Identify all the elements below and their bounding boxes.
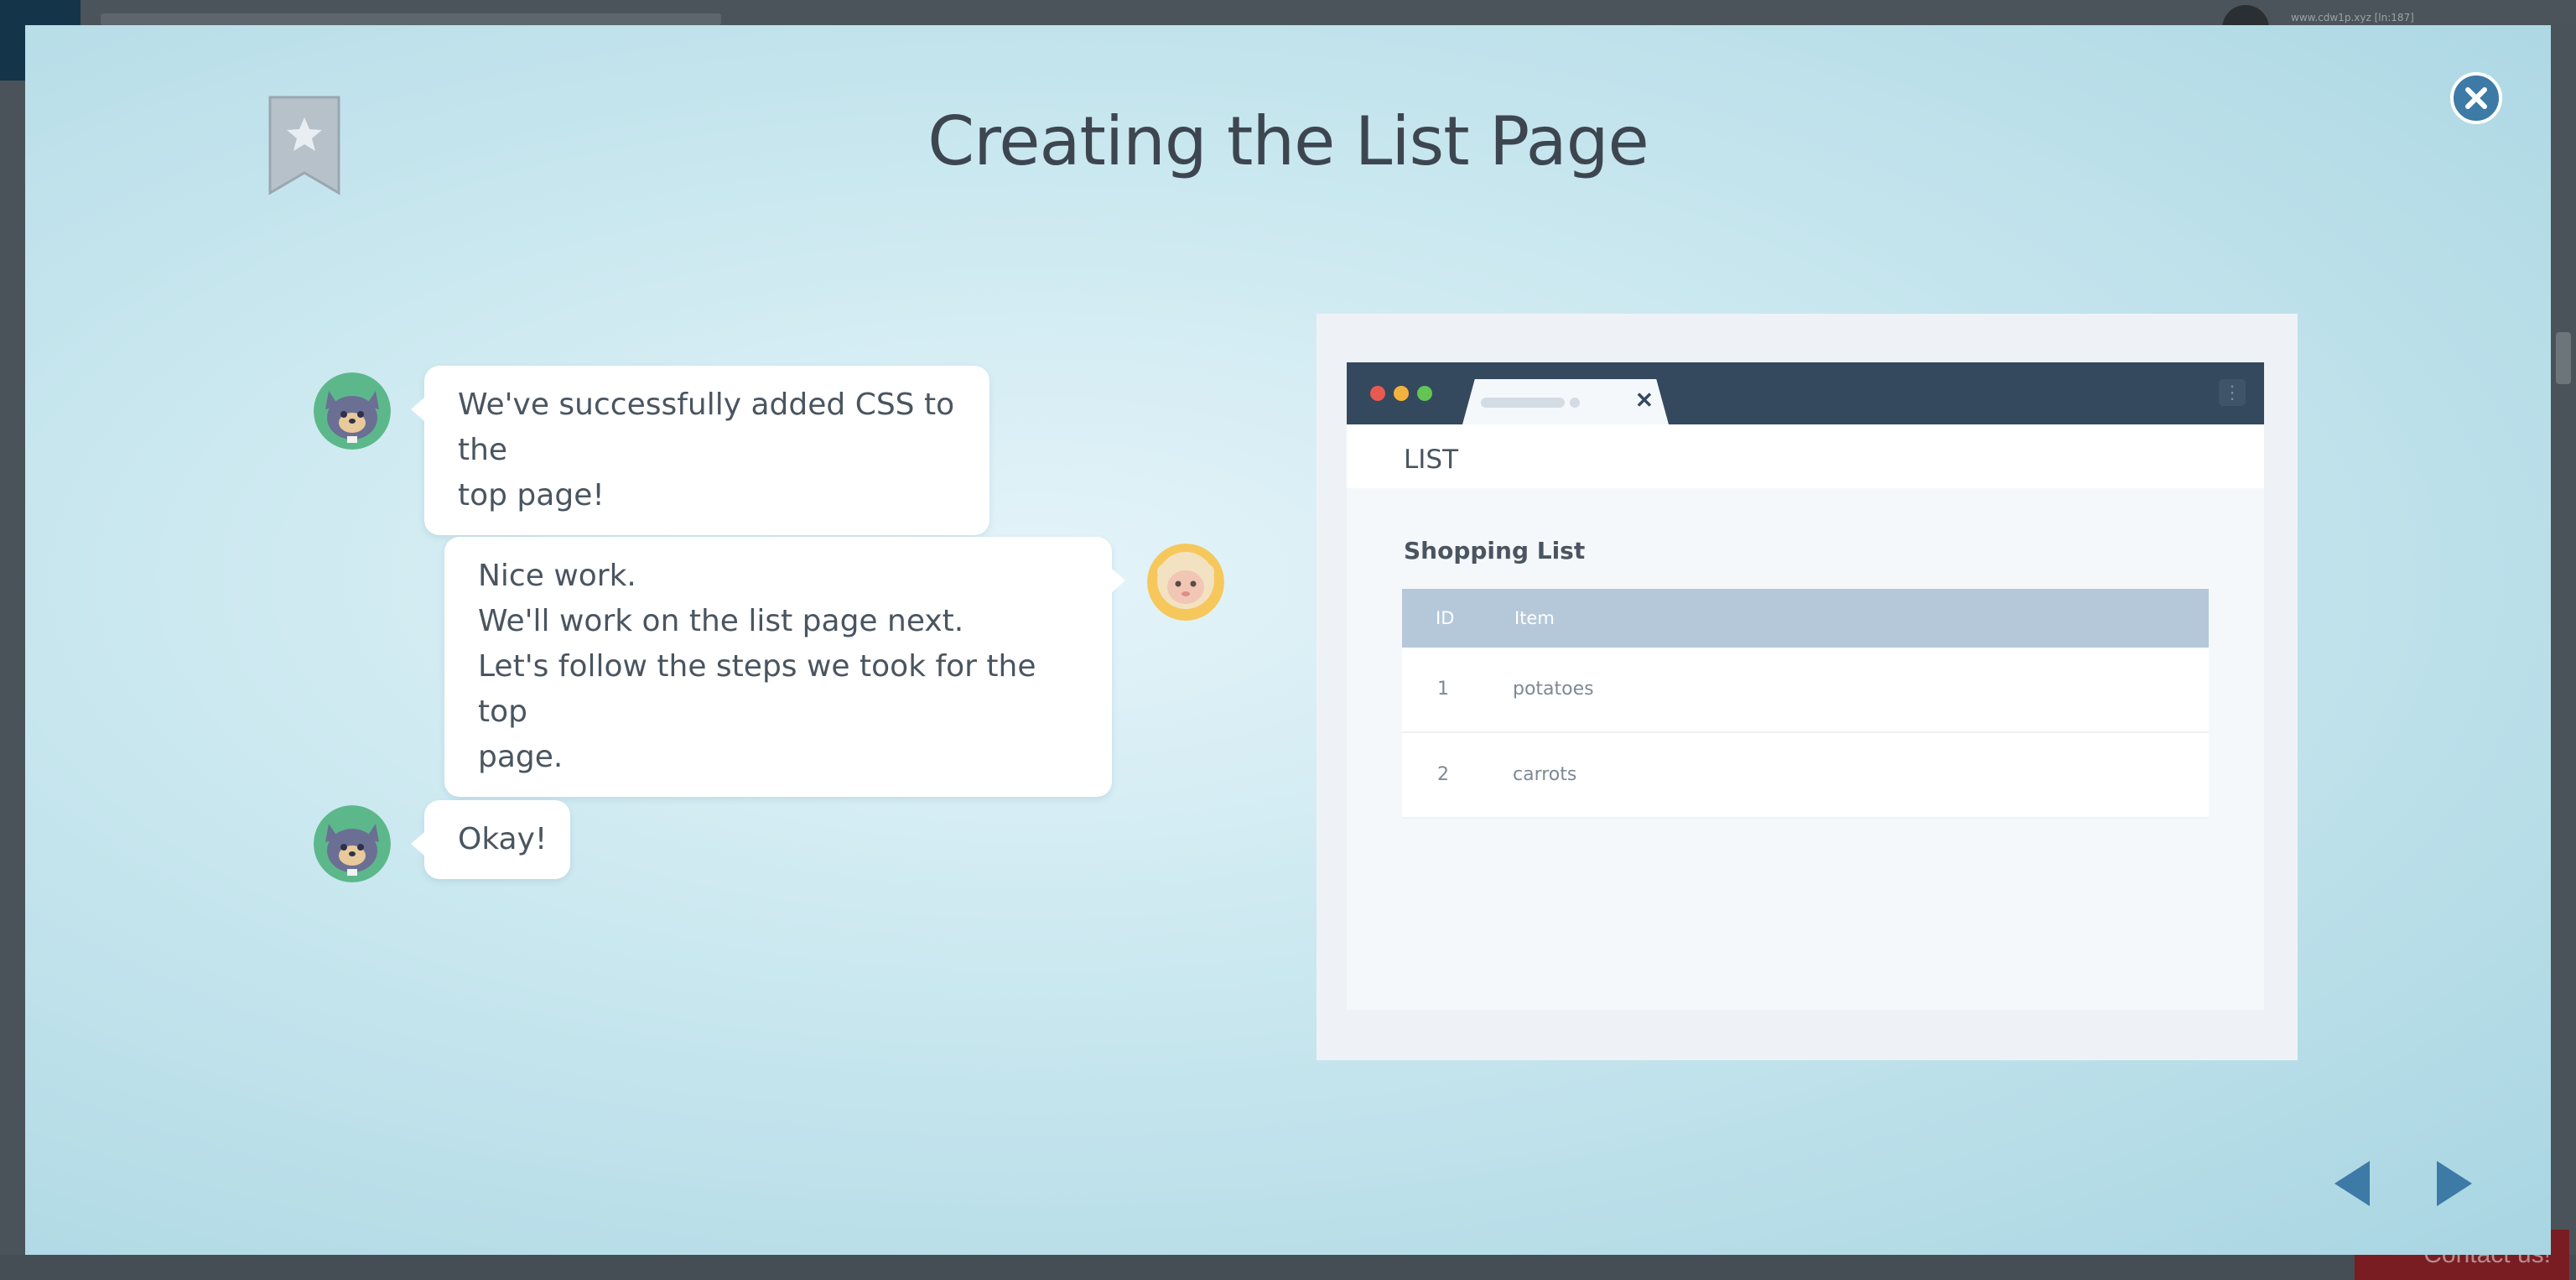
shopping-list-table: ID Item 1 potatoes 2 carrots bbox=[1402, 589, 2209, 819]
tab-dot bbox=[1570, 398, 1580, 408]
chat-bubble-1: We've successfully added CSS to the top … bbox=[411, 366, 989, 535]
cat-avatar bbox=[314, 805, 391, 882]
table-row: 1 potatoes bbox=[1402, 648, 2209, 733]
kebab-menu-icon: ⋮ bbox=[2219, 379, 2246, 406]
chat-line: Nice work. bbox=[478, 559, 636, 593]
chat-line: top page! bbox=[458, 478, 605, 513]
user-label: www.cdw1p.xyz [ln:187] bbox=[2291, 12, 2414, 23]
window-minimize-dot bbox=[1394, 386, 1409, 401]
chat-bubble-3: Okay! bbox=[411, 800, 570, 879]
app-header bbox=[1347, 424, 2264, 488]
window-maximize-dot bbox=[1417, 386, 1432, 401]
close-button[interactable] bbox=[2450, 72, 2502, 124]
close-icon bbox=[2465, 87, 2487, 109]
background-sidebar bbox=[0, 81, 25, 1280]
cell-item: potatoes bbox=[1513, 679, 1594, 700]
chat-line: page. bbox=[478, 740, 564, 774]
arrow-left-icon[interactable] bbox=[2328, 1156, 2378, 1211]
page-scrollbar[interactable] bbox=[2551, 25, 2576, 1255]
close-icon: ✕ bbox=[1635, 388, 1654, 413]
sheep-avatar bbox=[1147, 544, 1224, 621]
lesson-modal: Creating the List Page We've successfull… bbox=[25, 25, 2551, 1255]
chat-line: We've successfully added CSS to the bbox=[458, 388, 955, 467]
table-header: ID Item bbox=[1402, 589, 2209, 648]
browser-mockup: ✕ ⋮ LIST Shopping List ID Item 1 potatoe… bbox=[1347, 362, 2264, 1010]
cell-item: carrots bbox=[1513, 764, 1577, 785]
background-search-bar bbox=[101, 13, 721, 25]
cell-id: 1 bbox=[1437, 679, 1449, 700]
background-bottombar bbox=[0, 1255, 2576, 1280]
chat-line: Let's follow the steps we took for the t… bbox=[478, 649, 1036, 729]
cat-avatar bbox=[314, 372, 391, 450]
page-scrollbar-thumb[interactable] bbox=[2556, 332, 2571, 384]
column-header-item: Item bbox=[1514, 608, 1555, 628]
column-header-id: ID bbox=[1436, 608, 1455, 628]
app-title: LIST bbox=[1404, 445, 1459, 475]
modal-title: Creating the List Page bbox=[927, 102, 1649, 180]
arrow-right-icon[interactable] bbox=[2428, 1156, 2479, 1211]
window-close-dot bbox=[1370, 386, 1385, 401]
chat-line: We'll work on the list page next. bbox=[478, 604, 964, 638]
tab-title-placeholder bbox=[1481, 398, 1565, 408]
table-row: 2 carrots bbox=[1402, 733, 2209, 819]
browser-titlebar: ✕ ⋮ bbox=[1347, 362, 2264, 424]
cell-id: 2 bbox=[1437, 764, 1449, 785]
list-heading: Shopping List bbox=[1404, 537, 1586, 565]
chat-line: Okay! bbox=[458, 822, 548, 856]
preview-panel: ✕ ⋮ LIST Shopping List ID Item 1 potatoe… bbox=[1317, 314, 2298, 1060]
browser-tab: ✕ bbox=[1462, 379, 1669, 424]
chat-bubble-2: Nice work. We'll work on the list page n… bbox=[444, 537, 1125, 797]
